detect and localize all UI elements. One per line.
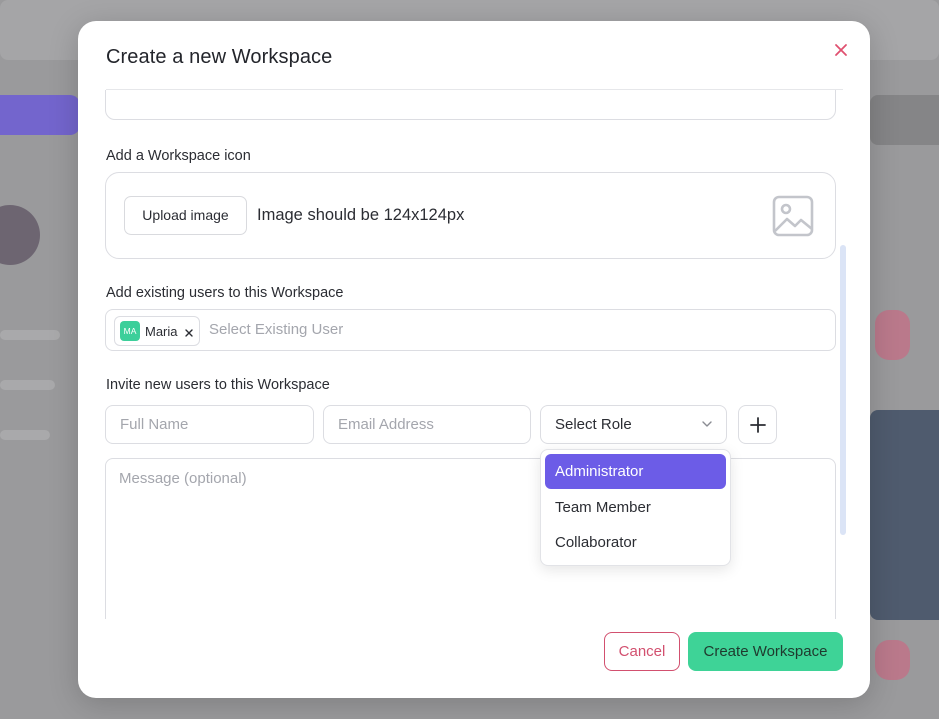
existing-users-placeholder: Select Existing User — [209, 321, 344, 338]
role-select[interactable]: Select Role — [540, 405, 727, 444]
message-placeholder: Message (optional) — [119, 470, 247, 487]
scrollbar[interactable] — [840, 245, 846, 535]
email-input[interactable]: Email Address — [323, 405, 531, 444]
existing-users-select[interactable]: MA Maria Select Existing User — [105, 309, 836, 351]
background-image — [870, 410, 939, 620]
background-badge — [875, 640, 910, 680]
user-chip: MA Maria — [114, 316, 200, 346]
image-icon — [772, 195, 814, 237]
upload-image-button[interactable]: Upload image — [124, 196, 247, 235]
workspace-icon-label: Add a Workspace icon — [106, 148, 251, 164]
role-select-value: Select Role — [555, 416, 632, 433]
modal-body[interactable]: Add a Workspace icon Upload image Image … — [78, 90, 870, 619]
invite-users-label: Invite new users to this Workspace — [106, 377, 330, 393]
background-button — [0, 95, 80, 135]
create-workspace-button[interactable]: Create Workspace — [688, 632, 843, 671]
full-name-input[interactable]: Full Name — [105, 405, 314, 444]
background-panel — [870, 95, 939, 145]
background-text — [0, 430, 50, 440]
remove-user-icon[interactable] — [183, 327, 195, 339]
existing-users-label: Add existing users to this Workspace — [106, 285, 344, 301]
create-workspace-modal: Create a new Workspace Add a Workspace i… — [78, 21, 870, 698]
background-badge — [875, 310, 910, 360]
user-chip-name: Maria — [145, 324, 178, 339]
upload-hint: Image should be 124x124px — [257, 206, 465, 224]
cancel-button[interactable]: Cancel — [604, 632, 680, 671]
background-text — [0, 330, 60, 340]
workspace-icon-dropzone[interactable]: Upload image Image should be 124x124px — [105, 172, 836, 259]
chevron-down-icon — [702, 421, 712, 427]
role-option-team-member[interactable]: Team Member — [545, 490, 726, 525]
background-text — [0, 380, 55, 390]
close-icon — [835, 44, 847, 56]
add-invite-button[interactable] — [738, 405, 777, 444]
background-avatar — [0, 205, 40, 265]
close-button[interactable] — [830, 39, 852, 61]
plus-icon — [750, 417, 766, 433]
role-dropdown-menu: Administrator Team Member Collaborator — [540, 449, 731, 566]
role-option-collaborator[interactable]: Collaborator — [545, 525, 726, 560]
role-option-administrator[interactable]: Administrator — [545, 454, 726, 489]
avatar: MA — [120, 321, 140, 341]
modal-title: Create a new Workspace — [106, 46, 333, 68]
workspace-name-field[interactable] — [105, 90, 836, 120]
